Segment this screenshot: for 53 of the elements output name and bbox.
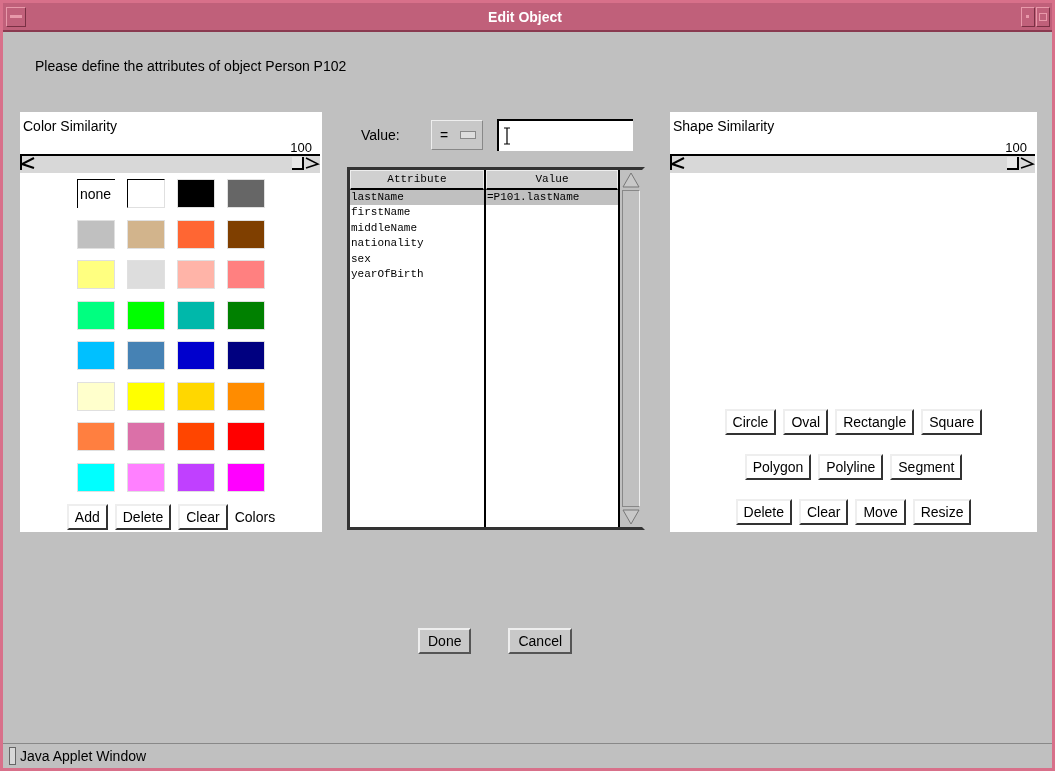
column-header[interactable]: Attribute	[350, 170, 484, 190]
window-menu-button[interactable]	[6, 6, 26, 27]
panel-title: Shape Similarity	[673, 118, 776, 134]
down-arrow-icon[interactable]	[622, 509, 640, 525]
shape-button[interactable]: Resize	[912, 499, 972, 525]
up-arrow-icon[interactable]	[622, 172, 640, 188]
table-cell[interactable]: sex	[350, 251, 484, 267]
column-header[interactable]: Value	[486, 170, 618, 190]
table-cell[interactable]: lastName	[350, 190, 484, 206]
shape-button[interactable]: Move	[855, 499, 906, 525]
left-arrow-icon[interactable]	[20, 154, 36, 173]
shape-button[interactable]: Square	[921, 409, 983, 435]
minus-icon	[10, 14, 22, 19]
text-cursor-icon	[503, 127, 511, 145]
dialog-button[interactable]: Cancel	[508, 628, 573, 654]
window-title: Edit Object	[487, 8, 563, 25]
operator-dropdown[interactable]: =	[431, 120, 483, 150]
table-cell[interactable]: =P101.lastName	[486, 190, 618, 206]
table-cell[interactable]: firstName	[350, 205, 484, 221]
minimize-button[interactable]	[1021, 6, 1035, 27]
shape-button[interactable]: Delete	[735, 499, 792, 525]
panel-title: Color Similarity	[23, 118, 119, 134]
color-swatch[interactable]	[127, 179, 165, 208]
shape-button[interactable]: Rectangle	[835, 409, 915, 435]
shape-button[interactable]: Circle	[724, 409, 777, 435]
shape-button[interactable]: Segment	[890, 454, 963, 480]
instruction-text: Please define the attributes of object Person P102	[35, 58, 348, 74]
slider-value: 100	[290, 141, 312, 154]
color-action-button[interactable]: Clear	[178, 503, 228, 530]
value-input-field[interactable]	[497, 119, 633, 151]
square-icon	[1039, 12, 1047, 21]
left-arrow-icon[interactable]	[670, 154, 686, 173]
table-cell[interactable]: middleName	[350, 220, 484, 237]
slider-value: 100	[1005, 141, 1027, 154]
value-label: Value:	[361, 127, 401, 143]
table-cell[interactable]: nationality	[350, 236, 484, 252]
shape-button[interactable]: Polyline	[818, 454, 884, 480]
table-cell[interactable]: yearOfBirth	[350, 266, 484, 283]
slider-thumb[interactable]	[1007, 157, 1019, 170]
color-action-button[interactable]: Add	[66, 503, 108, 530]
maximize-button[interactable]	[1036, 6, 1050, 27]
color-action-button[interactable]: Delete	[114, 503, 172, 530]
slider[interactable]	[36, 154, 304, 173]
status-text: Java Applet Window	[20, 748, 147, 764]
slider-thumb[interactable]	[292, 157, 304, 170]
shape-button[interactable]: Oval	[783, 409, 829, 435]
shape-button[interactable]: Polygon	[744, 454, 812, 480]
dialog-button[interactable]: Done	[418, 628, 472, 654]
colors-label: Colors	[234, 508, 276, 525]
scrollbar[interactable]	[620, 170, 642, 527]
status-grip	[9, 747, 16, 765]
slider[interactable]	[686, 154, 1019, 173]
shape-button[interactable]: Clear	[799, 499, 849, 525]
